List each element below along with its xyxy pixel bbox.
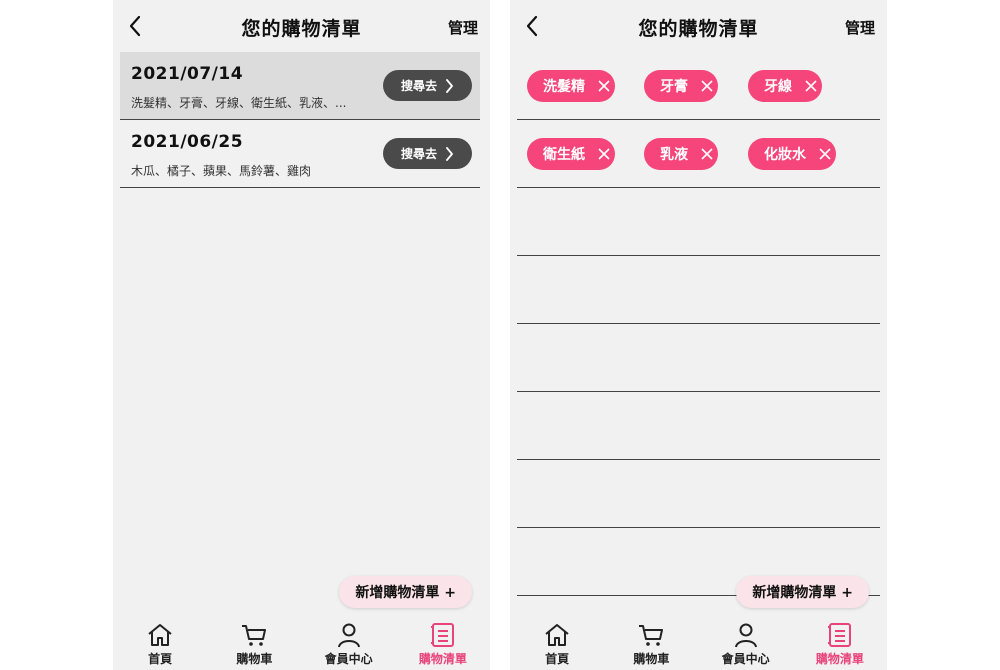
tag-row: 衛生紙 乳液 化妝水: [517, 120, 880, 188]
tab-shopping-list[interactable]: 購物清單: [793, 614, 887, 670]
item-tag[interactable]: 乳液: [644, 138, 718, 170]
tag-label: 乳液: [660, 147, 688, 163]
item-tag[interactable]: 化妝水: [748, 138, 836, 170]
home-icon: [148, 624, 172, 646]
empty-row[interactable]: [517, 460, 880, 528]
list-item[interactable]: 2021/07/14 洗髮精、牙膏、牙線、衛生紙、乳液、... 搜尋去: [120, 52, 480, 120]
list-date: 2021/06/25: [131, 132, 244, 152]
tab-label: 首頁: [148, 652, 173, 666]
tab-label: 會員中心: [721, 652, 770, 666]
add-list-button[interactable]: 新增購物清單 +: [736, 576, 869, 608]
tab-home[interactable]: 首頁: [113, 614, 207, 670]
list-items-summary: 木瓜、橘子、蘋果、馬鈴薯、雞肉: [131, 164, 312, 178]
tag-label: 化妝水: [764, 147, 806, 163]
tag-label: 牙線: [764, 79, 792, 95]
search-button[interactable]: 搜尋去: [383, 138, 472, 169]
tab-label: 首頁: [545, 652, 570, 666]
manage-button[interactable]: 管理: [448, 17, 478, 38]
close-icon[interactable]: [800, 75, 822, 97]
tag-row: 洗髮精 牙膏 牙線: [517, 52, 880, 120]
tag-label: 洗髮精: [543, 79, 585, 95]
cart-icon: [639, 625, 664, 646]
bottom-tab-bar: 首頁 購物車 會員中心 購物清單: [113, 614, 490, 670]
item-tag[interactable]: 衛生紙: [527, 138, 615, 170]
tab-label: 購物車: [633, 652, 670, 666]
list-date: 2021/07/14: [131, 64, 244, 84]
search-button-label: 搜尋去: [400, 147, 437, 161]
header: 您的購物清單 管理: [510, 0, 887, 52]
empty-row[interactable]: [517, 392, 880, 460]
tab-label: 購物車: [236, 652, 273, 666]
chevron-right-icon: [446, 146, 453, 161]
list-icon: [827, 623, 851, 647]
tag-label: 牙膏: [660, 79, 688, 95]
manage-button[interactable]: 管理: [845, 17, 875, 38]
close-icon[interactable]: [696, 143, 718, 165]
close-icon[interactable]: [593, 143, 615, 165]
list-icon: [430, 623, 454, 647]
page-title: 您的購物清單: [638, 18, 759, 40]
tag-label: 衛生紙: [543, 147, 585, 163]
tab-shopping-list[interactable]: 購物清單: [396, 614, 490, 670]
close-icon[interactable]: [814, 143, 836, 165]
item-tag[interactable]: 洗髮精: [527, 70, 615, 102]
shopping-list-screen: 您的購物清單 管理 2021/07/14 洗髮精、牙膏、牙線、衛生紙、乳液、..…: [113, 0, 490, 670]
search-button-label: 搜尋去: [400, 79, 437, 93]
cart-icon: [242, 625, 267, 646]
search-button[interactable]: 搜尋去: [383, 70, 472, 101]
close-icon[interactable]: [696, 75, 718, 97]
item-tag[interactable]: 牙線: [748, 70, 822, 102]
tab-label: 購物清單: [418, 652, 467, 666]
tab-cart[interactable]: 購物車: [604, 614, 698, 670]
empty-row[interactable]: [517, 256, 880, 324]
empty-row[interactable]: [517, 324, 880, 392]
tab-cart[interactable]: 購物車: [207, 614, 301, 670]
tab-member[interactable]: 會員中心: [302, 614, 396, 670]
home-icon: [545, 624, 569, 646]
bottom-tab-bar: 首頁 購物車 會員中心 購物清單: [510, 614, 887, 670]
empty-row[interactable]: [517, 188, 880, 256]
tab-label: 購物清單: [815, 652, 864, 666]
chevron-right-icon: [446, 78, 453, 93]
edit-shopping-list-screen: 您的購物清單 管理 洗髮精 牙膏 牙線 衛生紙 乳液 化妝水 新增購物清單 + …: [510, 0, 887, 670]
list-items-summary: 洗髮精、牙膏、牙線、衛生紙、乳液、...: [131, 96, 347, 110]
list-item[interactable]: 2021/06/25 木瓜、橘子、蘋果、馬鈴薯、雞肉 搜尋去: [120, 120, 480, 188]
user-icon: [734, 623, 757, 648]
tab-home[interactable]: 首頁: [510, 614, 604, 670]
user-icon: [337, 623, 360, 648]
add-list-button[interactable]: 新增購物清單 +: [339, 576, 472, 608]
item-tag[interactable]: 牙膏: [644, 70, 718, 102]
header: 您的購物清單 管理: [113, 0, 490, 52]
page-title: 您的購物清單: [241, 18, 362, 40]
tab-member[interactable]: 會員中心: [699, 614, 793, 670]
tab-label: 會員中心: [324, 652, 373, 666]
close-icon[interactable]: [593, 75, 615, 97]
